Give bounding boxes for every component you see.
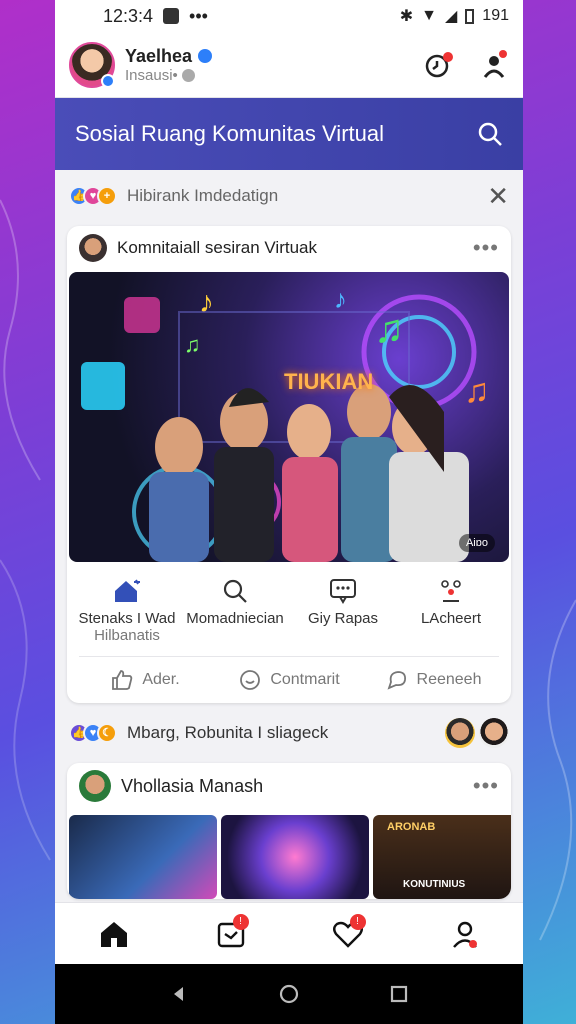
share-button[interactable]: Reeneeh: [361, 668, 505, 692]
chat-bubble-icon: [330, 579, 356, 604]
post-author-avatar[interactable]: [79, 234, 107, 262]
post-title: Komnitaiall sesiran Virtuak: [117, 238, 317, 257]
battery-icon: [465, 8, 475, 24]
events-badge: !: [232, 913, 249, 930]
reaction-icons: 👍 ♥ +: [69, 186, 117, 206]
user-subtitle: Insausi•: [125, 66, 178, 84]
moon-reaction-icon: ☾: [97, 723, 117, 743]
system-navigation: [55, 964, 523, 1024]
search-icon[interactable]: [477, 121, 503, 147]
activity-text: Mbarg, Robunita I sliageck: [127, 723, 329, 742]
comment-icon: [240, 670, 261, 690]
post-author-avatar[interactable]: [79, 770, 111, 802]
highlight-text: Hibirank Imdedatign: [127, 186, 279, 205]
feature-item[interactable]: LAcheert: [397, 576, 505, 644]
home-icon: [100, 921, 127, 947]
share-label: Reeneeh: [416, 671, 482, 688]
thumbnail-sign: ARONAB: [387, 821, 436, 833]
status-dot-icon: [181, 68, 195, 82]
post-actions: Ader. Contmarit Reeneeh: [67, 657, 511, 703]
notification-dot: [443, 51, 453, 62]
community-activity-bar[interactable]: 👍 ♥ ☾ Mbarg, Robunita I sliageck: [55, 703, 523, 763]
back-icon[interactable]: [169, 984, 189, 1004]
profile-icon: [452, 921, 477, 948]
feature-sublabel: Hilbanatis: [94, 627, 160, 644]
profile-button[interactable]: [479, 49, 509, 80]
feature-label: Momadniecian: [186, 610, 284, 627]
home-sparkle-icon: [115, 579, 140, 602]
svg-text:♫: ♫: [184, 332, 201, 357]
status-time: 12:3:4: [103, 5, 154, 26]
verified-badge-icon: [198, 49, 213, 63]
nav-profile[interactable]: [445, 914, 485, 954]
nav-home[interactable]: [94, 914, 134, 954]
favorites-badge: !: [349, 913, 366, 930]
user-info[interactable]: Yaelhea Insausi•: [125, 46, 423, 84]
close-icon[interactable]: ✕: [487, 181, 509, 212]
svg-text:♫: ♫: [374, 307, 404, 351]
member-avatar[interactable]: [479, 718, 509, 748]
verified-icon: [101, 73, 115, 88]
neon-sign: TIUKIAN: [284, 369, 374, 394]
wifi-icon: ▼: [421, 7, 437, 24]
media-thumbnail[interactable]: ARONAB KONUTINIUS: [373, 815, 511, 899]
feature-label: Stenaks I Wad: [78, 610, 176, 627]
reaction-icons: 👍 ♥ ☾: [69, 723, 117, 743]
people-alert-icon: [441, 580, 461, 602]
thumbs-up-icon: [112, 670, 133, 690]
virtual-party-illustration: ♪ ♫ ♪ ♫ ♫: [81, 284, 490, 562]
phone-screen: 12:3:4 ••• ✱ ▼ ◢ 191 Yaelhea Insausi• So…: [55, 0, 523, 1024]
bluetooth-icon: ✱: [399, 8, 414, 25]
community-banner: Sosial Ruang Komunitas Virtual: [55, 98, 523, 170]
feature-item[interactable]: Giy Rapas: [289, 576, 397, 644]
search-icon: [223, 579, 247, 603]
profile-avatar[interactable]: [69, 41, 115, 88]
banner-title: Sosial Ruang Komunitas Virtual: [75, 121, 384, 146]
share-icon: [387, 671, 406, 690]
member-avatar[interactable]: [445, 718, 475, 748]
media-thumbnails: ARONAB KONUTINIUS: [67, 809, 511, 899]
bottom-navigation: ! !: [55, 902, 523, 964]
post-image[interactable]: ♪ ♫ ♪ ♫ ♫ TIUKIAN Aiɒo: [69, 272, 509, 562]
post-card-2: Vhollasia Manash ••• ARONAB KONUTINIUS: [67, 763, 511, 899]
like-button[interactable]: Ader.: [73, 668, 217, 692]
profile-alert-dot: [499, 49, 507, 58]
comment-button[interactable]: Contmarit: [217, 668, 361, 692]
nav-events[interactable]: !: [211, 913, 251, 954]
wow-reaction-icon: +: [97, 186, 117, 206]
signal-icon: ◢: [444, 8, 458, 25]
post-more-icon[interactable]: •••: [473, 773, 499, 799]
more-dots-icon: •••: [189, 5, 208, 26]
highlight-bar: 👍 ♥ + Hibirank Imdedatign ✕: [55, 170, 523, 222]
comment-label: Contmarit: [270, 671, 340, 688]
recents-icon[interactable]: [389, 984, 409, 1004]
post-card: Komnitaiall sesiran Virtuak ••• ♪ ♫ ♪ ♫ …: [67, 226, 511, 703]
nav-favorites[interactable]: !: [328, 913, 368, 954]
user-name: Yaelhea: [125, 45, 193, 66]
activity-button[interactable]: [423, 50, 453, 80]
post-feature-row: Stenaks I Wad Hilbanatis Momadniecian Gi…: [67, 562, 511, 650]
feature-label: LAcheert: [420, 610, 482, 627]
feature-label: Giy Rapas: [307, 610, 379, 627]
feature-item[interactable]: Momadniecian: [181, 576, 289, 644]
feature-item[interactable]: Stenaks I Wad Hilbanatis: [73, 576, 181, 644]
svg-text:♪: ♪: [199, 286, 214, 319]
media-thumbnail[interactable]: [221, 815, 369, 899]
media-thumbnail[interactable]: [69, 815, 217, 899]
home-circle-icon[interactable]: [278, 983, 300, 1005]
thumbnail-caption: KONUTINIUS: [403, 879, 466, 890]
app-header: Yaelhea Insausi•: [55, 32, 523, 98]
svg-text:♪: ♪: [334, 284, 347, 314]
post-title: Vhollasia Manash: [121, 775, 264, 796]
battery-level: 191: [482, 7, 509, 24]
post-more-icon[interactable]: •••: [473, 235, 499, 261]
x-icon: [163, 8, 180, 24]
image-badge: Aiɒo: [458, 534, 495, 552]
like-label: Ader.: [142, 671, 180, 688]
status-bar: 12:3:4 ••• ✱ ▼ ◢ 191: [55, 0, 523, 32]
svg-text:♫: ♫: [464, 372, 490, 410]
